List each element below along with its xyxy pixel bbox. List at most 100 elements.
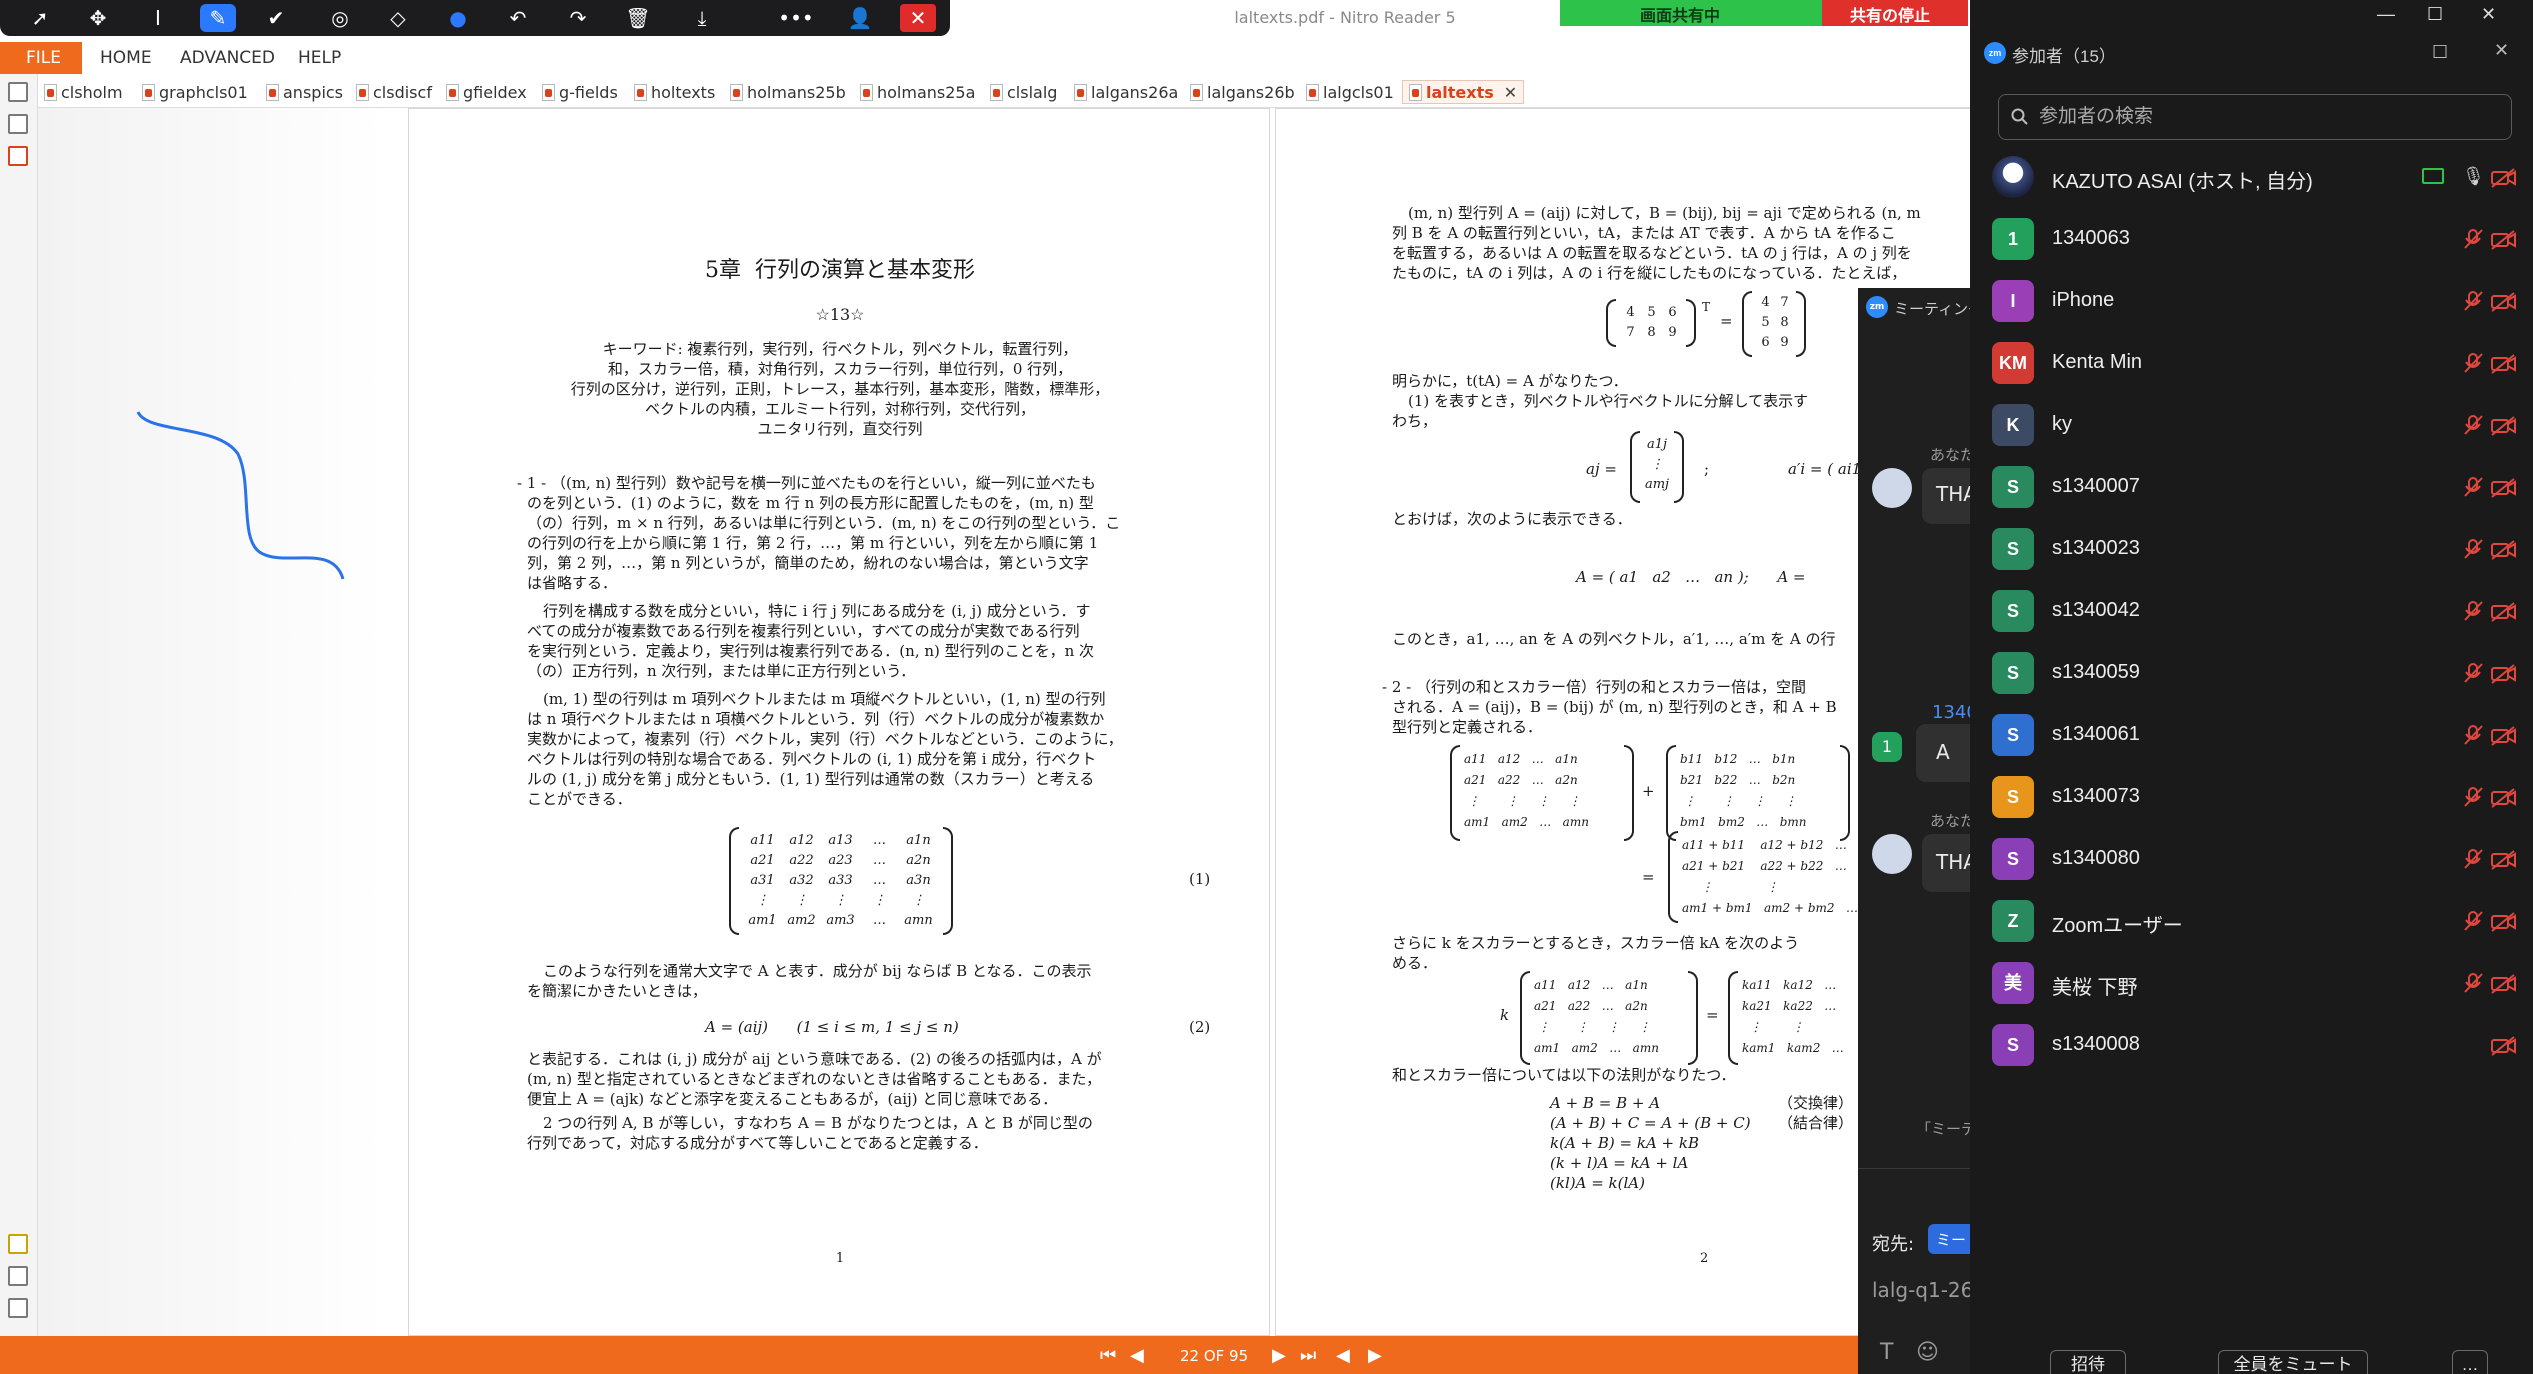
muted-microphone-icon[interactable] (2462, 662, 2484, 684)
tab-clsholm[interactable]: clsholm (44, 80, 123, 104)
video-off-icon[interactable] (2490, 353, 2518, 375)
layers-icon[interactable] (8, 1266, 28, 1286)
attachments-icon[interactable] (8, 146, 28, 166)
tab-clsdiscf[interactable]: clsdiscf (356, 80, 432, 104)
muted-microphone-icon[interactable] (2462, 476, 2484, 498)
tab-clslalg[interactable]: clslalg (990, 80, 1057, 104)
participant-row[interactable]: KM Kenta Min (1970, 332, 2533, 394)
tab-anspics[interactable]: anspics (266, 80, 343, 104)
last-page-icon[interactable]: ⏭ (1300, 1345, 1316, 1366)
pages-panel-icon[interactable] (8, 82, 28, 102)
muted-microphone-icon[interactable] (2462, 848, 2484, 870)
video-off-icon[interactable] (2490, 973, 2518, 995)
video-off-icon[interactable] (2490, 291, 2518, 313)
participant-row[interactable]: KAZUTO ASAI (ホスト, 自分) 🎙 (1970, 146, 2533, 208)
video-off-icon[interactable] (2490, 663, 2518, 685)
muted-microphone-icon[interactable] (2462, 538, 2484, 560)
eraser-icon[interactable]: ◇ (380, 4, 416, 32)
sharing-status[interactable]: 画面共有中 (1560, 0, 1822, 26)
pen-icon[interactable]: ✎ (200, 4, 236, 32)
menu-advanced[interactable]: ADVANCED (180, 48, 275, 68)
menu-home[interactable]: HOME (100, 48, 152, 68)
maximize-icon[interactable]: ☐ (2427, 4, 2443, 25)
redo-icon[interactable]: ↷ (560, 4, 596, 32)
tab-holmans25a[interactable]: holmans25a (860, 80, 975, 104)
bookmarks-icon[interactable] (8, 114, 28, 134)
stamp-check-icon[interactable]: ✔ (258, 4, 294, 32)
muted-microphone-icon[interactable] (2462, 910, 2484, 932)
menu-file[interactable]: FILE (0, 42, 82, 74)
video-off-icon[interactable] (2490, 911, 2518, 933)
chat-recipient-select[interactable]: ミー (1928, 1224, 1970, 1254)
participant-row[interactable]: Ss1340073 (1970, 766, 2533, 828)
close-panel-icon[interactable]: ✕ (2494, 40, 2509, 61)
participant-row[interactable]: IiPhone (1970, 270, 2533, 332)
participant-row[interactable]: Ss1340061 (1970, 704, 2533, 766)
save-icon[interactable]: ⤓ (684, 4, 720, 32)
menu-help[interactable]: HELP (298, 48, 341, 68)
chat-input[interactable]: lalg-q1-26 (1872, 1278, 1970, 1302)
comments-icon[interactable] (8, 1234, 28, 1254)
tab-g-fields[interactable]: g-fields (542, 80, 618, 104)
previous-page-icon[interactable]: ◀ (1130, 1345, 1144, 1366)
text-format-icon[interactable]: T (1880, 1340, 1893, 1365)
output-icon[interactable] (8, 1298, 28, 1318)
tab-gfieldex[interactable]: gfieldex (446, 80, 527, 104)
participants-annotate-icon[interactable]: 👤 (842, 4, 878, 32)
pointer-icon[interactable]: ➚ (22, 4, 58, 32)
participant-row[interactable]: Ss1340023 (1970, 518, 2533, 580)
color-picker-icon[interactable]: ● (440, 4, 476, 32)
participant-row[interactable]: Ss1340007 (1970, 456, 2533, 518)
video-off-icon[interactable] (2490, 229, 2518, 251)
stop-share-button[interactable]: 共有の停止 (1822, 0, 1968, 26)
participant-row[interactable]: Kky (1970, 394, 2533, 456)
participant-row[interactable]: 1 1340063 (1970, 208, 2533, 270)
popout-icon[interactable]: ☐ (2432, 42, 2448, 63)
close-icon[interactable]: ✕ (900, 4, 936, 32)
next-page-icon[interactable]: ▶ (1272, 1345, 1286, 1366)
video-off-icon[interactable] (2490, 601, 2518, 623)
invite-button[interactable]: 招待 (2050, 1350, 2126, 1374)
muted-microphone-icon[interactable] (2462, 290, 2484, 312)
muted-microphone-icon[interactable] (2462, 724, 2484, 746)
tab-lalgcls01[interactable]: lalgcls01 (1306, 80, 1394, 104)
tab-lalgans26a[interactable]: lalgans26a (1074, 80, 1178, 104)
participant-row[interactable]: Ss1340080 (1970, 828, 2533, 890)
video-off-icon[interactable] (2490, 415, 2518, 437)
emoji-icon[interactable]: ☺ (1916, 1340, 1939, 1365)
forward-view-icon[interactable]: ▶ (1368, 1345, 1382, 1366)
close-tab-icon[interactable]: ✕ (1504, 83, 1517, 102)
tab-holmans25b[interactable]: holmans25b (730, 80, 846, 104)
muted-microphone-icon[interactable] (2462, 352, 2484, 374)
move-icon[interactable]: ✥ (80, 4, 116, 32)
participant-row[interactable]: Z Zoomユーザー (1970, 890, 2533, 952)
video-off-icon[interactable] (2490, 725, 2518, 747)
undo-icon[interactable]: ↶ (500, 4, 536, 32)
muted-microphone-icon[interactable] (2462, 786, 2484, 808)
tab-lalgans26b[interactable]: lalgans26b (1190, 80, 1295, 104)
video-off-icon[interactable] (2490, 477, 2518, 499)
more-icon[interactable]: ••• (778, 4, 814, 32)
tab-laltexts[interactable]: laltexts ✕ (1402, 80, 1525, 104)
participant-row[interactable]: Ss1340008 (1970, 1014, 2533, 1076)
participant-row[interactable]: 美美桜 下野 (1970, 952, 2533, 1014)
back-view-icon[interactable]: ◀ (1336, 1345, 1350, 1366)
page-indicator[interactable]: 22 OF 95 (1180, 1347, 1248, 1365)
video-off-icon[interactable] (2490, 787, 2518, 809)
muted-microphone-icon[interactable] (2462, 972, 2484, 994)
trash-icon[interactable]: 🗑 (620, 4, 656, 32)
participant-row[interactable]: Ss1340042 (1970, 580, 2533, 642)
video-off-icon[interactable] (2490, 167, 2518, 189)
participant-row[interactable]: Ss1340059 (1970, 642, 2533, 704)
search-input[interactable] (2037, 105, 2497, 129)
spotlight-icon[interactable]: ◎ (322, 4, 358, 32)
tab-graphcls01[interactable]: graphcls01 (142, 80, 248, 104)
more-options-button[interactable]: … (2452, 1350, 2488, 1374)
microphone-icon[interactable]: 🎙 (2462, 166, 2485, 188)
minimize-icon[interactable]: — (2377, 4, 2395, 25)
muted-microphone-icon[interactable] (2462, 228, 2484, 250)
video-off-icon[interactable] (2490, 849, 2518, 871)
participant-search-box[interactable] (1998, 94, 2512, 140)
video-off-icon[interactable] (2490, 539, 2518, 561)
mute-all-button[interactable]: 全員をミュート (2218, 1350, 2368, 1374)
